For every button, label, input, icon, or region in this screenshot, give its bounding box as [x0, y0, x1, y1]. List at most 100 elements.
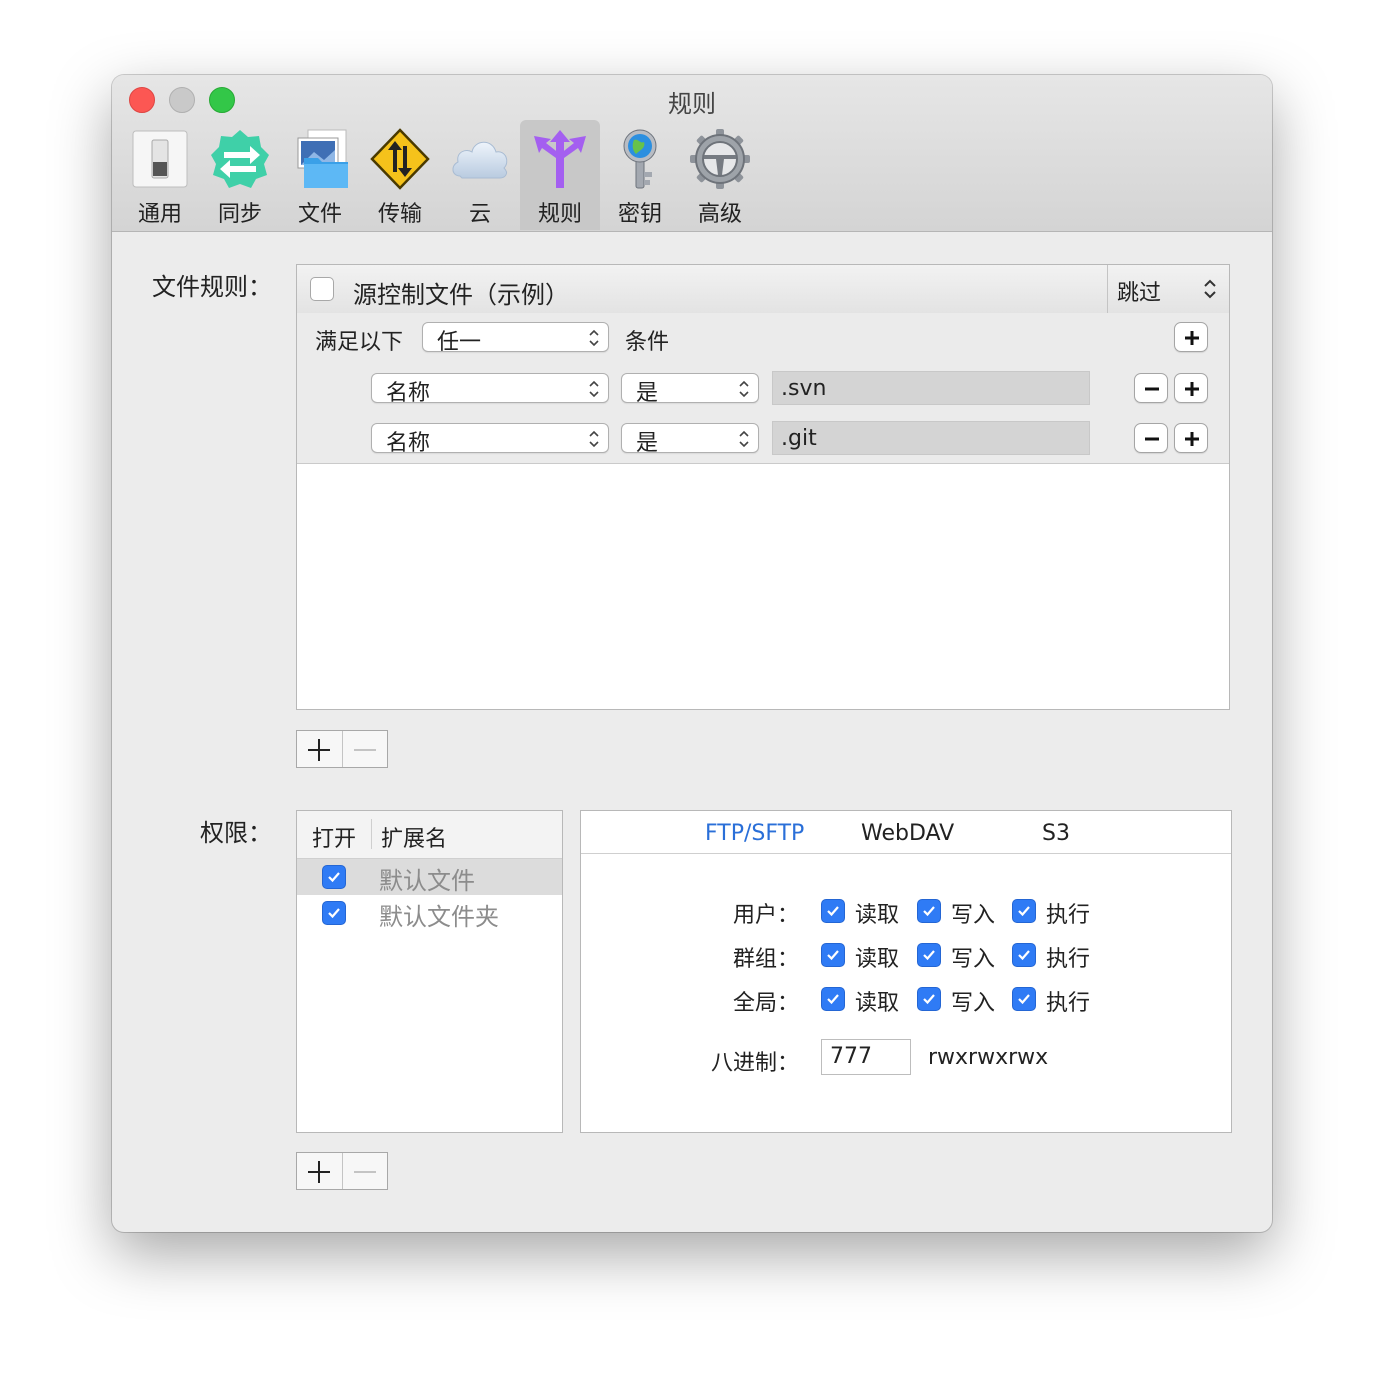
rule-add-remove-control: [296, 730, 388, 768]
column-extension[interactable]: 扩展名: [381, 821, 447, 853]
rule-action-value[interactable]: 跳过: [1117, 275, 1161, 307]
match-mode-value: 任一: [437, 330, 482, 355]
condition-field-popup[interactable]: 名称: [371, 373, 609, 406]
read-label: 读取: [855, 947, 900, 972]
octal-label: 八进制：: [710, 1051, 799, 1076]
write-checkbox[interactable]: [917, 987, 941, 1011]
permission-target-name: 默认文件夹: [379, 903, 499, 931]
condition-value-field[interactable]: .svn: [772, 371, 1090, 405]
condition-row: 名称 是 .svn: [297, 363, 1229, 414]
permission-row[interactable]: 默认文件: [297, 859, 562, 895]
read-label: 读取: [855, 991, 900, 1016]
key-icon: [623, 129, 657, 189]
permission-target-name: 默认文件: [379, 867, 475, 895]
permissions-list-header: 打开 扩展名: [297, 811, 562, 859]
toolbar-item-rules[interactable]: 规则: [520, 120, 600, 230]
execute-label: 执行: [1046, 947, 1091, 972]
add-condition-button[interactable]: [1174, 322, 1208, 352]
condition-field-value: 名称: [386, 431, 431, 456]
toolbar-item-label: 文件: [297, 202, 342, 227]
rule-name: 源控制文件（示例）: [353, 281, 569, 309]
execute-checkbox[interactable]: [1012, 899, 1036, 923]
write-label: 写入: [951, 947, 996, 972]
protocol-permissions-panel: FTP/SFTP WebDAV S3 用户： 读取 写入 执行 群组： 读取 写…: [580, 810, 1232, 1133]
minus-icon: [354, 1171, 376, 1173]
open-checkbox[interactable]: [322, 901, 346, 925]
checkmark-icon: [1018, 906, 1030, 917]
write-checkbox[interactable]: [917, 943, 941, 967]
add-rule-button[interactable]: [297, 731, 342, 767]
chevron-updown-icon: [739, 430, 749, 448]
toolbar-item-general[interactable]: 通用: [120, 120, 200, 230]
toolbar-item-sync[interactable]: 同步: [200, 120, 280, 230]
chevron-updown-icon: [589, 380, 599, 398]
cloud-icon: [452, 141, 508, 179]
read-checkbox[interactable]: [821, 987, 845, 1011]
switch-icon: [132, 130, 188, 188]
remove-condition-button[interactable]: [1134, 373, 1168, 403]
sync-icon: [211, 130, 269, 188]
condition-operator-popup[interactable]: 是: [621, 423, 759, 456]
execute-label: 执行: [1046, 903, 1091, 928]
match-mode-popup[interactable]: 任一: [422, 322, 609, 355]
checkmark-icon: [923, 950, 935, 961]
symbolic-permissions: rwxrwxrwx: [928, 1045, 1049, 1070]
chevron-updown-icon[interactable]: [1203, 278, 1217, 300]
rule-enabled-checkbox[interactable]: [310, 277, 334, 301]
checkmark-icon: [1018, 950, 1030, 961]
add-condition-button[interactable]: [1174, 423, 1208, 453]
minus-icon: [1145, 387, 1159, 391]
checkmark-icon: [1018, 994, 1030, 1005]
tab-webdav[interactable]: WebDAV: [861, 821, 954, 846]
read-checkbox[interactable]: [821, 943, 845, 967]
toolbar-item-advanced[interactable]: 高级: [680, 120, 760, 230]
permission-add-remove-control: [296, 1152, 388, 1190]
write-label: 写入: [951, 991, 996, 1016]
transfer-icon: [370, 128, 430, 190]
remove-rule-button[interactable]: [343, 731, 388, 767]
permission-row[interactable]: 默认文件夹: [297, 895, 562, 931]
group-label: 用户：: [732, 903, 799, 928]
open-checkbox[interactable]: [322, 865, 346, 889]
protocol-tab-bar: FTP/SFTP WebDAV S3: [581, 811, 1231, 854]
tab-ftp-sftp[interactable]: FTP/SFTP: [705, 821, 804, 846]
chevron-updown-icon: [589, 329, 599, 347]
gear-icon: [690, 129, 750, 189]
group-label: 全局：: [732, 991, 799, 1016]
execute-checkbox[interactable]: [1012, 943, 1036, 967]
toolbar: 规则 通用 同步 文件 传输 云 规则 密钥 高级: [112, 75, 1272, 232]
chevron-updown-icon: [739, 380, 749, 398]
checkmark-icon: [827, 994, 839, 1005]
toolbar-item-files[interactable]: 文件: [280, 120, 360, 230]
toolbar-item-label: 规则: [537, 202, 582, 227]
add-permission-button[interactable]: [297, 1153, 342, 1189]
toolbar-item-label: 高级: [697, 202, 742, 227]
plus-icon: [1185, 382, 1199, 396]
toolbar-item-cloud[interactable]: 云: [440, 120, 520, 230]
toolbar-item-keys[interactable]: 密钥: [600, 120, 680, 230]
condition-value-field[interactable]: .git: [772, 421, 1090, 455]
octal-value: 777: [830, 1044, 872, 1069]
octal-input[interactable]: 777: [821, 1039, 911, 1075]
header-divider: [1107, 265, 1108, 313]
rule-header-row[interactable]: 源控制文件（示例） 跳过: [297, 265, 1229, 314]
tab-s3[interactable]: S3: [1042, 821, 1070, 846]
checkmark-icon: [827, 906, 839, 917]
execute-checkbox[interactable]: [1012, 987, 1036, 1011]
write-checkbox[interactable]: [917, 899, 941, 923]
plus-icon: [1185, 331, 1199, 345]
add-condition-button[interactable]: [1174, 373, 1208, 403]
minus-icon: [354, 749, 376, 751]
column-open[interactable]: 打开: [312, 821, 356, 853]
remove-condition-button[interactable]: [1134, 423, 1168, 453]
condition-field-popup[interactable]: 名称: [371, 423, 609, 456]
plus-icon: [308, 1161, 330, 1183]
condition-operator-popup[interactable]: 是: [621, 373, 759, 406]
toolbar-item-transfer[interactable]: 传输: [360, 120, 440, 230]
column-divider: [371, 819, 372, 849]
remove-permission-button[interactable]: [343, 1153, 388, 1189]
plus-icon: [308, 739, 330, 761]
read-checkbox[interactable]: [821, 899, 845, 923]
permissions-label: 权限：: [200, 819, 272, 847]
match-suffix-label: 条件: [625, 330, 670, 355]
